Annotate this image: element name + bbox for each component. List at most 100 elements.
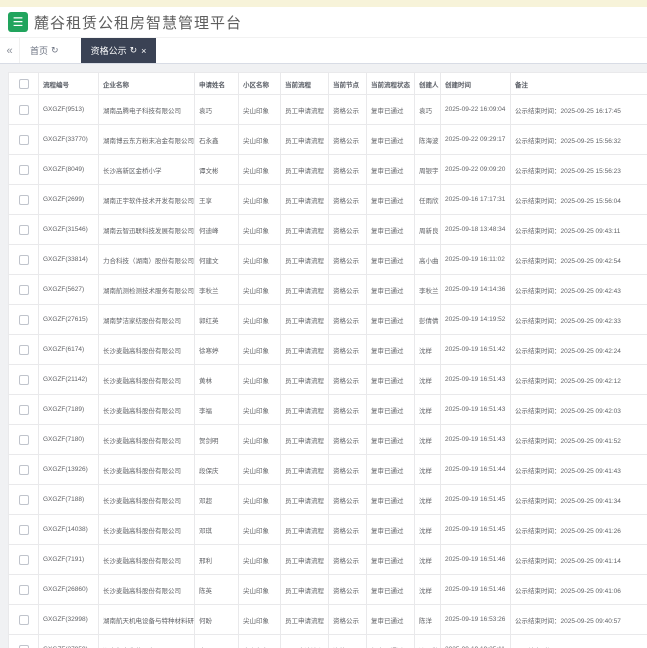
cell-applicant: 谭文彬 [194,154,239,185]
cell-created-at: 2025-09-22 09:29:17 [440,124,511,155]
row-checkbox[interactable] [18,314,29,325]
cell-current-node: 资格公示 [328,394,367,425]
refresh-icon[interactable]: ↻ [130,45,138,56]
cell-process-status: 复审已通过 [366,604,415,635]
row-checkbox-cell [8,94,39,125]
cell-created-at: 2025-09-19 16:51:44 [440,454,511,485]
cell-community: 尖山印象 [238,94,281,125]
cell-process-status: 复审已通过 [366,214,415,245]
tab-home[interactable]: 首页 ↻ [20,38,69,63]
cell-created-at: 2025-09-19 16:51:45 [440,484,511,515]
table-row: GXGZF(31546) 湖南云智迅联科技发展有限公司 何迪峰 尖山印象 员工申请流程资… [8,214,647,245]
row-checkbox[interactable] [18,284,29,295]
row-checkbox[interactable] [18,104,29,115]
column-header-current-process: 当前流程 [280,72,329,95]
cell-process-no: GXGZF(33814) [38,244,99,275]
row-checkbox[interactable] [18,644,29,648]
cell-community: 尖山印象 [238,544,281,575]
cell-process-status: 复审已通过 [366,484,415,515]
row-checkbox-cell [8,304,39,335]
cell-creator: 彭倩倩 [414,304,441,335]
cell-company: 湖南博云东方粉末冶金有限公司 [98,124,195,155]
cell-current-node: 资格公示 [328,184,367,215]
cell-applicant: 徐寒婷 [194,334,239,365]
row-checkbox[interactable] [18,404,29,415]
row-checkbox[interactable] [18,524,29,535]
cell-process-no: GXGZF(9513) [38,94,99,125]
row-checkbox[interactable] [18,254,29,265]
cell-company: 长沙麦融高科股份有限公司 [98,574,195,605]
cell-creator: 沈样 [414,514,441,545]
table-row: GXGZF(7191) 长沙麦融高科股份有限公司 邢利 尖山印象 员工申请流程 资格公示复… [8,544,647,575]
table-row: GXGZF(5627) 湖南航测检测技术服务有限公司 李秋兰 尖山印象 员工申请流程 资格… [8,274,647,305]
cell-current-node: 资格公示 [328,214,367,245]
cell-process-no: GXGZF(27615) [38,304,99,335]
app-header: ☰ 麓谷租赁公租房智慧管理平台 [0,7,647,38]
row-checkbox[interactable] [18,434,29,445]
row-checkbox[interactable] [18,584,29,595]
column-header-remark: 备注 [510,72,647,95]
row-checkbox[interactable] [18,194,29,205]
cell-created-at: 2025-09-22 16:09:04 [440,94,511,125]
cell-process-no: GXGZF(31546) [38,214,99,245]
cell-process-status: 复审已通过 [366,394,415,425]
row-checkbox[interactable] [18,164,29,175]
row-checkbox[interactable] [18,224,29,235]
cell-current-process: 员工申请流程 [280,604,329,635]
cell-creator: 袁巧 [414,94,441,125]
cell-applicant: 邓琪 [194,514,239,545]
cell-creator: 沈样 [414,574,441,605]
tab-qualification-publicity[interactable]: 资格公示 ↻ × [80,38,157,63]
cell-created-at: 2025-09-19 14:19:52 [440,304,511,335]
cell-process-no: GXGZF(32998) [38,604,99,635]
cell-applicant: 何建文 [194,244,239,275]
cell-remark: 公示结束时间：2025-09-25 09:41:43 [510,454,647,485]
row-checkbox[interactable] [18,464,29,475]
cell-process-no: GXGZF(27959) [38,634,99,648]
cell-company: 湖南航天机电设备与特种材料研究所 [98,604,195,635]
cell-company: 长沙麦融高科股份有限公司 [98,394,195,425]
row-checkbox-cell [8,274,39,305]
cell-current-process: 员工申请流程 [280,304,329,335]
column-header-process-status: 当前流程状态 [366,72,415,95]
row-checkbox-cell [8,514,39,545]
row-checkbox[interactable] [18,374,29,385]
row-checkbox[interactable] [18,134,29,145]
refresh-icon[interactable]: ↻ [51,45,59,56]
cell-community: 尖山印象 [238,154,281,185]
cell-process-status: 复审已通过 [366,154,415,185]
cell-current-node: 资格公示 [328,364,367,395]
cell-current-node: 资格公示 [328,334,367,365]
select-all-checkbox[interactable] [18,78,29,89]
cell-remark: 公示结束时间：2025-09-25 09:41:52 [510,424,647,455]
cell-current-process: 员工申请流程 [280,514,329,545]
close-tab-icon[interactable]: × [141,46,146,56]
cell-current-node: 资格公示 [328,274,367,305]
cell-remark: 公示结束时间：2025-09-25 09:42:43 [510,274,647,305]
cell-company: 长沙麦融高科股份有限公司 [98,484,195,515]
cell-creator: 陈洋 [414,604,441,635]
publicity-table: 流程编号 企业名称 申请姓名 小区名称 当前流程 当前节点 当前流程状态 创建人 创建时间 备注 … [8,72,647,648]
cell-company: 湖南御家化妆品有限公司 [98,634,195,648]
table-row: GXGZF(27615) 湖南梦洁家纺股份有限公司 郭红英 尖山印象 员工申请流程 资格公… [8,304,647,335]
cell-current-process: 员工申请流程 [280,544,329,575]
table-row: GXGZF(14038) 长沙麦融高科股份有限公司 邓琪 尖山印象 员工申请流程 资格公示… [8,514,647,545]
cell-remark: 公示结束时间：2025-09-25 09:42:33 [510,304,647,335]
cell-community: 尖山印象 [238,424,281,455]
cell-process-no: GXGZF(6174) [38,334,99,365]
cell-company: 长沙麦融高科股份有限公司 [98,514,195,545]
row-checkbox[interactable] [18,554,29,565]
cell-process-status: 复审已通过 [366,364,415,395]
cell-current-process: 员工申请流程 [280,154,329,185]
cell-current-process: 员工申请流程 [280,274,329,305]
row-checkbox[interactable] [18,494,29,505]
cell-process-status: 复审已通过 [366,424,415,455]
column-header-process-no: 流程编号 [38,72,99,95]
cell-community: 尖山印象 [238,394,281,425]
menu-toggle-button[interactable]: ☰ [8,12,28,32]
row-checkbox[interactable] [18,614,29,625]
row-checkbox[interactable] [18,344,29,355]
tabs-scroll-left-button[interactable]: « [0,38,20,63]
cell-current-process: 员工申请流程 [280,124,329,155]
cell-applicant: 何迪峰 [194,214,239,245]
